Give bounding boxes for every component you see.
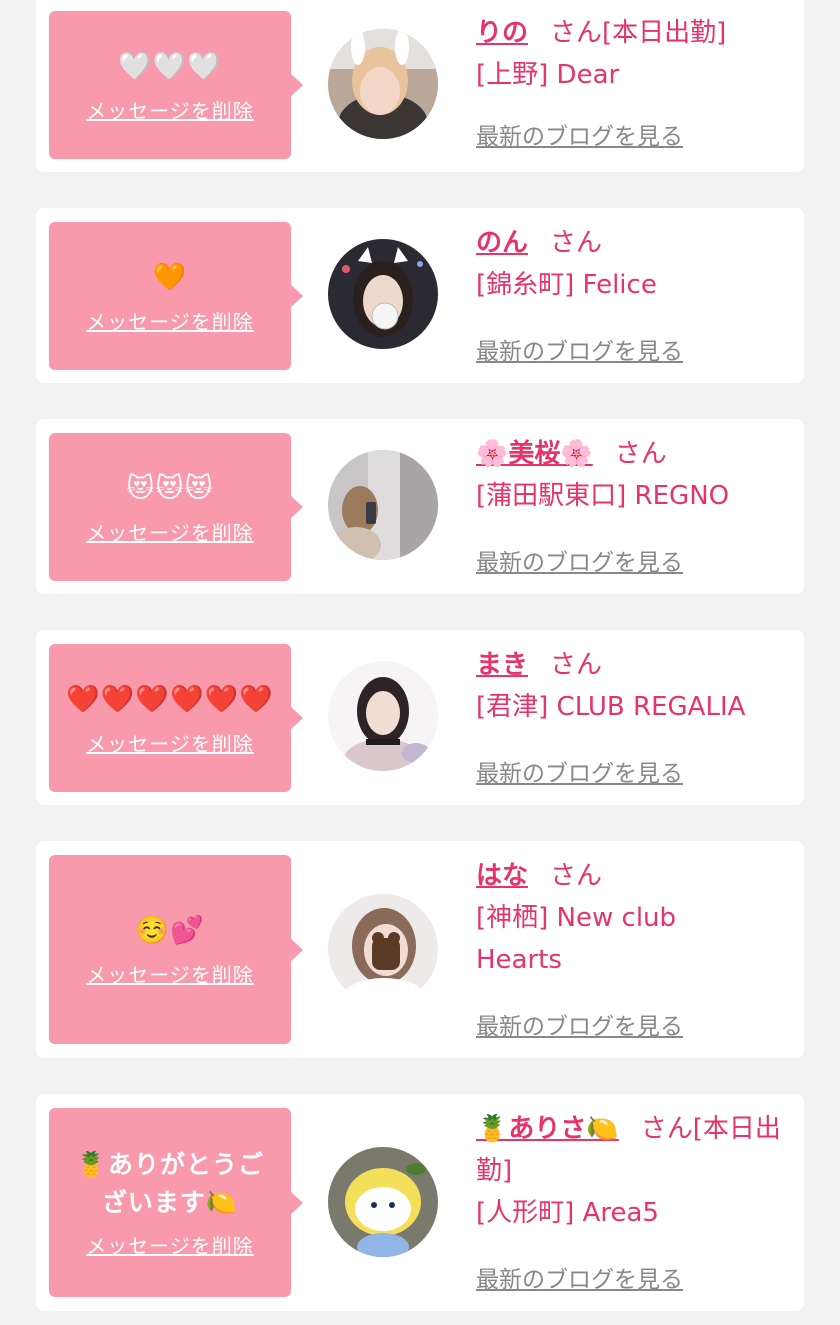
girl-name-link[interactable]: のん bbox=[476, 228, 528, 258]
message-bubble: 🍍ありがとうございます🍋 メッセージを削除 bbox=[49, 1108, 291, 1297]
message-text: 🍍ありがとうございます🍋 bbox=[75, 1150, 265, 1217]
avatar[interactable] bbox=[328, 661, 438, 771]
avatar[interactable] bbox=[328, 1147, 438, 1257]
avatar[interactable] bbox=[328, 29, 438, 139]
girl-name-link[interactable]: 🌸美桜🌸 bbox=[476, 439, 593, 469]
latest-blog-link[interactable]: 最新のブログを見る bbox=[476, 754, 683, 788]
message-text: 🧡 bbox=[152, 261, 188, 293]
favorite-card: 🍍ありがとうございます🍋 メッセージを削除 🍍ありさ🍋 さん[本日出勤] [人形町… bbox=[36, 1094, 804, 1311]
latest-blog-link[interactable]: 最新のブログを見る bbox=[476, 117, 683, 151]
favorite-card: 🧡 メッセージを削除 のん さん [錦糸町] Felice 最新のブログを見る bbox=[36, 208, 804, 383]
honorific: さん bbox=[550, 650, 603, 680]
favorite-card: 🤍🤍🤍 メッセージを削除 りの さん[本日出勤] [上野] Dear 最新のブログ… bbox=[36, 0, 804, 172]
message-bubble: ❤️❤️❤️❤️❤️❤️ メッセージを削除 bbox=[49, 644, 291, 792]
girl-info: 🌸美桜🌸 さん [蒲田駅東口] REGNO bbox=[476, 433, 796, 517]
latest-blog-link[interactable]: 最新のブログを見る bbox=[476, 1260, 683, 1294]
delete-message-link[interactable]: メッセージを削除 bbox=[86, 959, 254, 988]
delete-message-link[interactable]: メッセージを削除 bbox=[86, 306, 254, 335]
girl-info: のん さん [錦糸町] Felice bbox=[476, 222, 796, 306]
shop-label: [蒲田駅東口] REGNO bbox=[476, 481, 730, 511]
girl-info: はな さん [神栖] New club Hearts bbox=[476, 855, 796, 981]
latest-blog-link[interactable]: 最新のブログを見る bbox=[476, 1007, 683, 1041]
honorific: さん[本日出勤] bbox=[550, 18, 727, 48]
girl-info: まき さん [君津] CLUB REGALIA bbox=[476, 644, 796, 728]
honorific: さん bbox=[614, 439, 667, 469]
honorific: さん bbox=[550, 861, 603, 891]
girl-info: りの さん[本日出勤] [上野] Dear bbox=[476, 12, 796, 96]
message-bubble: 🤍🤍🤍 メッセージを削除 bbox=[49, 11, 291, 159]
shop-label: [人形町] Area5 bbox=[476, 1198, 659, 1228]
message-text: ❤️❤️❤️❤️❤️❤️ bbox=[66, 683, 274, 715]
delete-message-link[interactable]: メッセージを削除 bbox=[86, 728, 254, 757]
favorite-card: ❤️❤️❤️❤️❤️❤️ メッセージを削除 まき さん [君津] CLUB REG… bbox=[36, 630, 804, 805]
latest-blog-link[interactable]: 最新のブログを見る bbox=[476, 332, 683, 366]
latest-blog-link[interactable]: 最新のブログを見る bbox=[476, 543, 683, 577]
message-text: 😻😻😻 bbox=[126, 472, 214, 504]
avatar[interactable] bbox=[328, 239, 438, 349]
favorite-card: ☺️💕 メッセージを削除 はな さん [神栖] New club Hearts 最… bbox=[36, 841, 804, 1058]
message-text: ☺️💕 bbox=[135, 915, 205, 946]
girl-info: 🍍ありさ🍋 さん[本日出勤] [人形町] Area5 bbox=[476, 1108, 796, 1234]
girl-name-link[interactable]: はな bbox=[476, 861, 528, 891]
favorite-card: 😻😻😻 メッセージを削除 🌸美桜🌸 さん [蒲田駅東口] REGNO 最新のブログ… bbox=[36, 419, 804, 594]
message-bubble: ☺️💕 メッセージを削除 bbox=[49, 855, 291, 1044]
message-bubble: 🧡 メッセージを削除 bbox=[49, 222, 291, 370]
message-text: 🤍🤍🤍 bbox=[118, 50, 222, 82]
girl-name-link[interactable]: りの bbox=[476, 18, 528, 48]
shop-label: [錦糸町] Felice bbox=[476, 270, 657, 300]
avatar[interactable] bbox=[328, 894, 438, 1004]
delete-message-link[interactable]: メッセージを削除 bbox=[86, 95, 254, 124]
delete-message-link[interactable]: メッセージを削除 bbox=[86, 1230, 254, 1259]
shop-label: [君津] CLUB REGALIA bbox=[476, 692, 746, 722]
girl-name-link[interactable]: まき bbox=[476, 650, 528, 680]
delete-message-link[interactable]: メッセージを削除 bbox=[86, 517, 254, 546]
shop-label: [神栖] New club Hearts bbox=[476, 903, 677, 975]
message-bubble: 😻😻😻 メッセージを削除 bbox=[49, 433, 291, 581]
girl-name-link[interactable]: 🍍ありさ🍋 bbox=[476, 1114, 619, 1144]
honorific: さん bbox=[550, 228, 603, 258]
avatar[interactable] bbox=[328, 450, 438, 560]
shop-label: [上野] Dear bbox=[476, 60, 620, 90]
